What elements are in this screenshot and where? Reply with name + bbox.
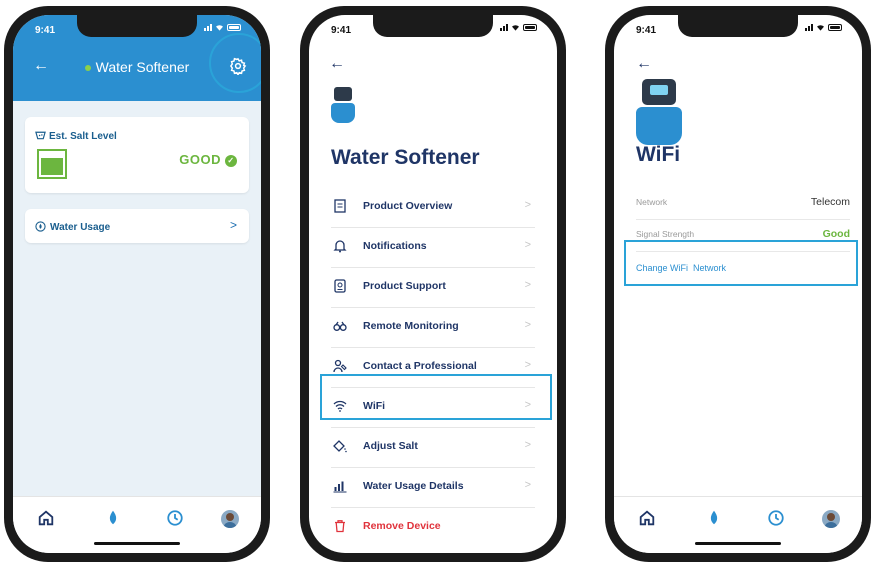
chevron-right-icon: > xyxy=(229,218,237,232)
chevron-right-icon: > xyxy=(524,319,531,331)
home-indicator xyxy=(695,542,781,545)
salt-icon xyxy=(333,440,347,453)
avatar[interactable] xyxy=(822,510,840,528)
binoculars-icon xyxy=(333,321,347,331)
menu-item-notifications[interactable]: Notifications > xyxy=(331,227,535,268)
wifi-status-icon xyxy=(817,25,824,31)
menu-label: Water Usage Details xyxy=(363,480,464,492)
menu-label: Contact a Professional xyxy=(363,360,477,372)
phone-settings-screen: 9:41 ← Water Softener Product Overview >… xyxy=(300,6,566,562)
battery-icon xyxy=(227,24,241,31)
wifi-highlight-box xyxy=(320,374,552,420)
salt-level-gauge xyxy=(37,149,67,179)
water-usage-card[interactable]: Water Usage > xyxy=(25,209,249,243)
salt-status-text: GOOD xyxy=(179,152,221,167)
support-icon xyxy=(334,279,346,293)
menu-label: Product Support xyxy=(363,280,446,292)
page-title: Water Softener xyxy=(331,146,480,169)
network-value: Telecom xyxy=(810,196,850,208)
status-icons xyxy=(805,24,842,31)
chevron-right-icon: > xyxy=(524,359,531,371)
chevron-right-icon: > xyxy=(524,479,531,491)
check-icon: ✓ xyxy=(225,154,237,167)
signal-value: Good xyxy=(822,228,850,240)
home-indicator xyxy=(94,542,180,545)
menu-label: Notifications xyxy=(363,240,427,252)
salt-icon xyxy=(35,131,46,140)
salt-status: GOOD ✓ xyxy=(179,152,237,167)
droplet-tab-icon[interactable] xyxy=(105,509,121,527)
network-label: Network xyxy=(636,197,668,207)
salt-level-card[interactable]: Est. Salt Level GOOD ✓ xyxy=(25,117,249,193)
water-usage-text: Water Usage xyxy=(50,222,111,233)
chevron-right-icon: > xyxy=(524,239,531,251)
status-icons xyxy=(204,24,241,31)
salt-level-label: Est. Salt Level xyxy=(35,130,117,142)
menu-label: Adjust Salt xyxy=(363,440,418,452)
wifi-status-icon xyxy=(512,25,519,31)
home-tab-icon[interactable] xyxy=(37,509,55,527)
screen-home: 9:41 ← Water Softener Est. Salt Level GO… xyxy=(13,15,261,553)
online-dot xyxy=(84,65,91,72)
tab-bar xyxy=(614,496,862,553)
trash-icon xyxy=(335,520,345,533)
battery-icon xyxy=(523,24,537,31)
status-time: 9:41 xyxy=(35,25,56,36)
clock-tab-icon[interactable] xyxy=(166,509,184,527)
softener-device-image xyxy=(636,79,682,145)
softener-device-image xyxy=(331,87,355,123)
home-tab-icon[interactable] xyxy=(638,509,656,527)
menu-label: Remote Monitoring xyxy=(363,320,459,332)
chart-icon xyxy=(333,481,347,493)
bell-icon xyxy=(333,240,347,253)
avatar[interactable] xyxy=(221,510,239,528)
screen-settings: 9:41 ← Water Softener Product Overview >… xyxy=(309,15,557,553)
signal-label: Signal Strength xyxy=(636,229,695,239)
status-time: 9:41 xyxy=(636,25,657,36)
menu-label: Remove Device xyxy=(363,520,441,532)
status-icons xyxy=(500,24,537,31)
change-network-highlight-box xyxy=(624,240,858,286)
salt-level-text: Est. Salt Level xyxy=(49,131,117,142)
droplet-circle-icon xyxy=(35,221,46,232)
menu-label: Product Overview xyxy=(363,200,453,212)
signal-icon xyxy=(805,24,813,31)
phone-wifi-screen: 9:41 ← WiFi Network Telecom Signal Stren… xyxy=(605,6,871,562)
chevron-right-icon: > xyxy=(524,439,531,451)
salt-level-fill xyxy=(41,158,63,175)
menu-item-adjust-salt[interactable]: Adjust Salt > xyxy=(331,427,535,468)
settings-highlight-ring xyxy=(209,33,261,93)
phone-home-screen: 9:41 ← Water Softener Est. Salt Level GO… xyxy=(4,6,270,562)
page-title-text: Water Softener xyxy=(95,59,190,75)
menu-item-water-usage-details[interactable]: Water Usage Details > xyxy=(331,467,535,508)
notch xyxy=(678,15,798,37)
chevron-right-icon: > xyxy=(524,199,531,211)
page-title: WiFi xyxy=(636,143,681,166)
notch xyxy=(373,15,493,37)
tab-bar xyxy=(13,496,261,553)
menu-item-remote-monitoring[interactable]: Remote Monitoring > xyxy=(331,307,535,348)
back-arrow-icon[interactable]: ← xyxy=(636,55,652,73)
wifi-status-icon xyxy=(216,25,223,31)
signal-icon xyxy=(204,24,212,31)
menu-item-product-overview[interactable]: Product Overview > xyxy=(331,187,535,228)
back-arrow-icon[interactable]: ← xyxy=(329,55,345,73)
signal-icon xyxy=(500,24,508,31)
menu-item-remove-device[interactable]: Remove Device xyxy=(331,507,535,547)
water-usage-label: Water Usage xyxy=(35,221,110,233)
droplet-tab-icon[interactable] xyxy=(706,509,722,527)
chevron-right-icon: > xyxy=(524,279,531,291)
notch xyxy=(77,15,197,37)
status-time: 9:41 xyxy=(331,25,352,36)
battery-icon xyxy=(828,24,842,31)
network-row: Network Telecom xyxy=(636,187,850,220)
professional-icon xyxy=(333,359,347,373)
menu-item-product-support[interactable]: Product Support > xyxy=(331,267,535,308)
document-icon xyxy=(334,199,346,213)
clock-tab-icon[interactable] xyxy=(767,509,785,527)
